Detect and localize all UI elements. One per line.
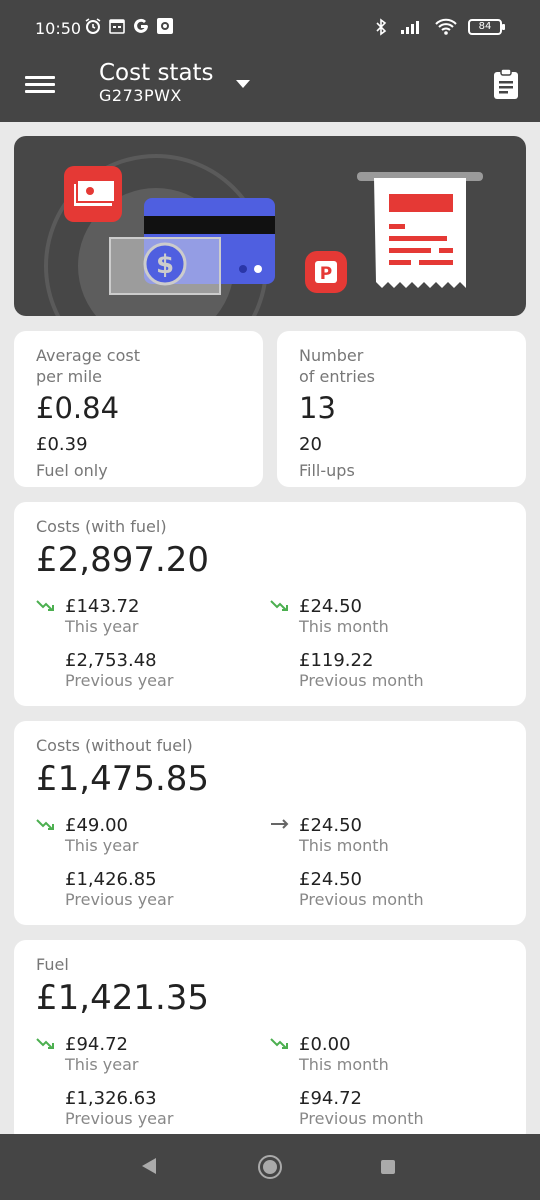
section-total: £2,897.20 — [36, 540, 210, 580]
this-month-caption: This month — [299, 617, 389, 636]
this-year-amount: £94.72 — [65, 1034, 128, 1055]
this-month-amount: £24.50 — [299, 815, 362, 836]
fuel-card[interactable]: Fuel £1,421.35 £94.72 This year £0.00 Th… — [14, 940, 526, 1144]
previous-month-caption: Previous month — [299, 671, 424, 690]
menu-icon[interactable] — [25, 72, 55, 98]
previous-year-caption: Previous year — [65, 890, 174, 909]
avg-cost-value: £0.84 — [36, 391, 120, 425]
screenshot-icon — [157, 18, 173, 34]
this-year-caption: This year — [65, 836, 139, 855]
fuel-only-cost-value: £0.39 — [36, 434, 88, 455]
alarm-icon — [85, 18, 101, 34]
calendar-icon — [109, 19, 125, 34]
previous-month-amount: £119.22 — [299, 650, 374, 671]
previous-year-caption: Previous year — [65, 671, 174, 690]
costs-without-fuel-card[interactable]: Costs (without fuel) £1,475.85 £49.00 Th… — [14, 721, 526, 925]
trending-flat-icon — [271, 819, 289, 829]
section-total: £1,475.85 — [36, 759, 210, 799]
receipt-icon — [357, 172, 483, 288]
cost-illustration: $ P — [44, 154, 483, 316]
avg-cost-card[interactable]: Average cost per mile £0.84 £0.39 Fuel o… — [14, 331, 263, 487]
section-label: Costs (without fuel) — [36, 736, 193, 755]
trending-down-icon — [36, 819, 54, 830]
fillups-value: 20 — [299, 434, 322, 455]
trending-down-icon — [270, 1038, 288, 1049]
section-total: £1,421.35 — [36, 978, 210, 1018]
previous-month-amount: £94.72 — [299, 1088, 362, 1109]
this-month-amount: £0.00 — [299, 1034, 351, 1055]
trending-down-icon — [270, 600, 288, 611]
status-time: 10:50 — [35, 19, 82, 38]
signal-icon — [401, 21, 419, 34]
trending-down-icon — [36, 600, 54, 611]
app-bar: Cost stats G273PWX — [0, 58, 540, 122]
entries-card[interactable]: Number of entries 13 20 Fill-ups — [277, 331, 526, 487]
trending-down-icon — [36, 1038, 54, 1049]
money-icon — [64, 166, 122, 222]
banner-illustration: $ P — [14, 136, 526, 316]
fillups-caption: Fill-ups — [299, 461, 355, 480]
previous-year-caption: Previous year — [65, 1109, 174, 1128]
entries-value: 13 — [299, 391, 336, 425]
svg-text:$: $ — [156, 250, 174, 280]
svg-text:P: P — [320, 264, 332, 284]
status-bar: 10:50 84 — [0, 0, 540, 58]
section-label: Costs (with fuel) — [36, 517, 167, 536]
parking-icon: P — [305, 251, 347, 293]
banknote-icon: $ — [109, 237, 221, 295]
status-right-icons: 84 — [372, 18, 505, 36]
previous-year-amount: £1,326.63 — [65, 1088, 157, 1109]
this-month-amount: £24.50 — [299, 596, 362, 617]
recents-icon[interactable] — [381, 1160, 395, 1174]
this-month-caption: This month — [299, 1055, 389, 1074]
bluetooth-icon — [376, 18, 387, 36]
section-label: Fuel — [36, 955, 69, 974]
this-year-caption: This year — [65, 1055, 139, 1074]
previous-month-caption: Previous month — [299, 1109, 424, 1128]
previous-year-amount: £2,753.48 — [65, 650, 157, 671]
wifi-icon — [435, 18, 457, 35]
this-year-amount: £143.72 — [65, 596, 140, 617]
this-year-caption: This year — [65, 617, 139, 636]
system-nav-bar — [0, 1134, 540, 1200]
chevron-down-icon[interactable] — [236, 80, 250, 88]
google-icon — [134, 18, 148, 33]
battery-indicator: 84 — [468, 19, 505, 35]
home-icon[interactable] — [258, 1155, 282, 1179]
previous-month-caption: Previous month — [299, 890, 424, 909]
status-left-icons — [84, 17, 174, 35]
previous-month-amount: £24.50 — [299, 869, 362, 890]
page-title[interactable]: Cost stats — [99, 60, 214, 86]
avg-cost-label: Average cost per mile — [36, 346, 140, 386]
entries-label: Number of entries — [299, 346, 375, 386]
clipboard-icon[interactable] — [492, 68, 520, 100]
fuel-only-caption: Fuel only — [36, 461, 108, 480]
vehicle-registration[interactable]: G273PWX — [99, 86, 182, 105]
costs-with-fuel-card[interactable]: Costs (with fuel) £2,897.20 £143.72 This… — [14, 502, 526, 706]
this-month-caption: This month — [299, 836, 389, 855]
this-year-amount: £49.00 — [65, 815, 128, 836]
back-icon[interactable] — [142, 1158, 156, 1174]
previous-year-amount: £1,426.85 — [65, 869, 157, 890]
